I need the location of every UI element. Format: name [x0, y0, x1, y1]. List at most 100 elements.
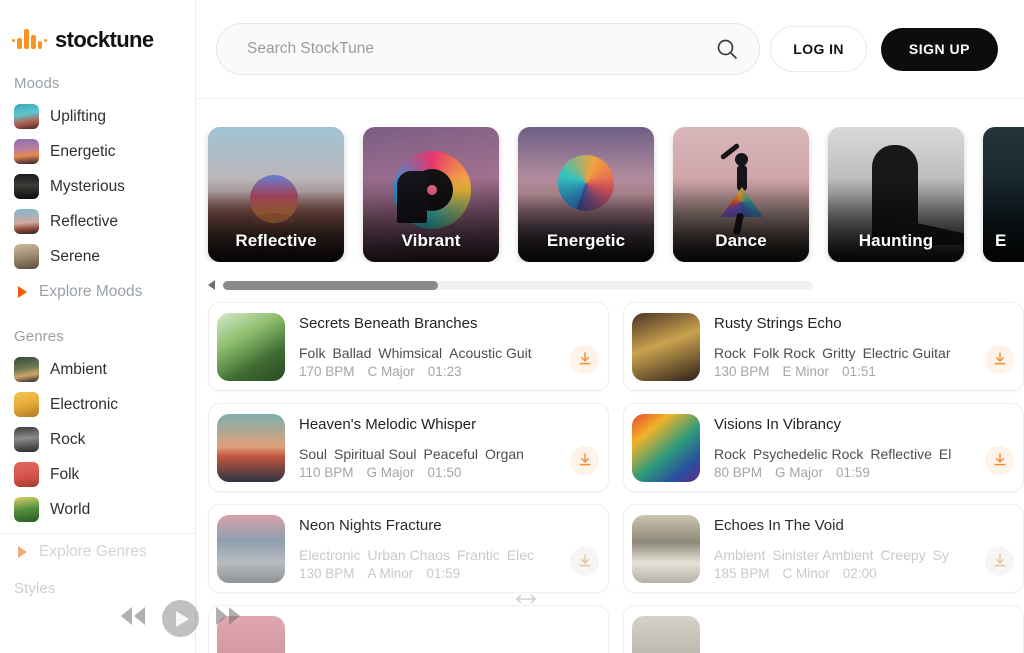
track-tag[interactable]: Folk — [299, 345, 325, 361]
track-tag[interactable]: Sy — [933, 547, 949, 563]
mood-card-reflective[interactable]: Reflective — [208, 127, 344, 262]
sidebar-item-reflective[interactable]: Reflective — [0, 204, 195, 239]
track-tag[interactable]: Reflective — [870, 446, 931, 462]
track-tag[interactable]: Folk Rock — [753, 345, 815, 361]
track-tag[interactable]: Elec — [507, 547, 534, 563]
explore-genres-label: Explore Genres — [39, 543, 147, 560]
track-key: C Minor — [782, 565, 830, 581]
track-tags: Folk Ballad Whimsical Acoustic Guit — [299, 345, 598, 361]
track-tag[interactable]: Rock — [714, 345, 746, 361]
mood-card-energetic[interactable]: Energetic — [518, 127, 654, 262]
track-row[interactable]: Heaven's Melodic Whisper Soul Spiritual S… — [208, 403, 609, 492]
track-row-partial[interactable] — [623, 605, 1024, 653]
track-tag[interactable]: Soul — [299, 446, 327, 462]
track-tag[interactable]: Sinister Ambient — [772, 547, 873, 563]
track-tag[interactable]: Peaceful — [424, 446, 478, 462]
track-artwork — [632, 514, 700, 583]
download-button[interactable] — [570, 445, 599, 475]
sidebar-item-ambient[interactable]: Ambient — [0, 352, 195, 387]
track-tag[interactable]: Urban Chaos — [367, 547, 450, 563]
sidebar: stocktune Moods Uplifting Energetic Myst… — [0, 0, 196, 653]
track-artwork — [632, 312, 700, 381]
track-tag[interactable]: Rock — [714, 446, 746, 462]
scroll-left-arrow-icon[interactable] — [208, 280, 215, 290]
sidebar-item-electronic[interactable]: Electronic — [0, 387, 195, 422]
main-content: LOG IN SIGN UP Reflective — [196, 0, 1024, 653]
sidebar-item-world[interactable]: World — [0, 492, 195, 527]
logo[interactable]: stocktune — [0, 0, 195, 53]
track-tag[interactable]: Acoustic Guit — [449, 345, 531, 361]
sidebar-item-serene[interactable]: Serene — [0, 239, 195, 274]
mini-player-controls[interactable] — [118, 600, 243, 637]
track-key: C Major — [367, 363, 415, 379]
track-tags: Electronic Urban Chaos Frantic Elec — [299, 547, 598, 563]
mood-card-vibrant[interactable]: Vibrant — [363, 127, 499, 262]
play-icon — [176, 610, 189, 627]
track-row[interactable]: Rusty Strings Echo Rock Folk Rock Gritty El… — [623, 302, 1024, 391]
track-duration: 01:59 — [836, 464, 870, 480]
track-row[interactable]: Secrets Beneath Branches Folk Ballad Whims… — [208, 302, 609, 391]
download-button[interactable] — [570, 546, 599, 576]
track-key: E Minor — [782, 363, 830, 379]
track-tag[interactable]: Ballad — [332, 345, 371, 361]
track-row[interactable]: Visions In Vibrancy Rock Psychedelic Rock… — [623, 403, 1024, 492]
rewind-button[interactable] — [118, 605, 148, 632]
ambient-thumbnail-icon — [14, 357, 39, 382]
track-tag[interactable]: Organ — [485, 446, 524, 462]
world-thumbnail-icon — [14, 497, 39, 522]
sidebar-item-label: Energetic — [50, 142, 116, 160]
player-seek-handle[interactable] — [515, 592, 537, 611]
explore-moods-link[interactable]: Explore Moods — [0, 274, 195, 306]
sidebar-item-folk[interactable]: Folk — [0, 457, 195, 492]
search-bar[interactable] — [216, 23, 761, 75]
sidebar-item-rock[interactable]: Rock — [0, 422, 195, 457]
track-row[interactable]: Neon Nights Fracture Electronic Urban Cha… — [208, 504, 609, 593]
fast-forward-button[interactable] — [213, 605, 243, 632]
download-button[interactable] — [985, 344, 1014, 374]
track-row[interactable]: Echoes In The Void Ambient Sinister Ambie… — [623, 504, 1024, 593]
download-button[interactable] — [985, 546, 1014, 576]
carousel-scrollbar[interactable] — [196, 262, 1024, 290]
search-input[interactable] — [247, 40, 716, 58]
track-tag[interactable]: Gritty — [822, 345, 855, 361]
track-tags: Rock Folk Rock Gritty Electric Guitar — [714, 345, 1013, 361]
search-icon[interactable] — [715, 37, 739, 61]
track-tag[interactable]: Creepy — [881, 547, 926, 563]
track-tag[interactable]: Electronic — [299, 547, 360, 563]
track-title: Neon Nights Fracture — [299, 516, 442, 534]
track-tags: Rock Psychedelic Rock Reflective El — [714, 446, 1013, 462]
track-tag[interactable]: Psychedelic Rock — [753, 446, 864, 462]
explore-genres-link[interactable]: Explore Genres — [0, 534, 195, 566]
mood-card-label: Dance — [715, 231, 767, 250]
sidebar-item-energetic[interactable]: Energetic — [0, 134, 195, 169]
track-tag[interactable]: Whimsical — [378, 345, 442, 361]
mood-carousel[interactable]: Reflective Vibrant Energetic Dance Haunt… — [196, 127, 1024, 262]
sidebar-section-title-moods: Moods — [14, 75, 60, 92]
sidebar-item-label: Electronic — [50, 395, 119, 413]
login-button[interactable]: LOG IN — [770, 26, 867, 72]
signup-button[interactable]: SIGN UP — [880, 27, 998, 71]
download-button[interactable] — [570, 344, 599, 374]
download-icon — [994, 352, 1005, 365]
track-tag[interactable]: El — [939, 446, 951, 462]
track-tag[interactable]: Electric Guitar — [863, 345, 951, 361]
mood-card-haunting[interactable]: Haunting — [828, 127, 964, 262]
track-tag[interactable]: Spiritual Soul — [334, 446, 417, 462]
play-button[interactable] — [162, 600, 199, 637]
sidebar-section-title-genres: Genres — [14, 328, 64, 345]
sidebar-item-uplifting[interactable]: Uplifting — [0, 99, 195, 134]
scrollbar-thumb[interactable] — [223, 280, 438, 290]
download-icon — [994, 554, 1005, 567]
track-bpm: 170 BPM — [299, 363, 355, 379]
scrollbar-track[interactable] — [223, 280, 813, 290]
uplifting-thumbnail-icon — [14, 104, 39, 129]
mood-card-dance[interactable]: Dance — [673, 127, 809, 262]
mood-card-partial[interactable]: E — [983, 127, 1024, 262]
mood-card-label: Energetic — [546, 231, 626, 250]
download-button[interactable] — [985, 445, 1014, 475]
track-tag[interactable]: Frantic — [457, 547, 500, 563]
track-tag[interactable]: Ambient — [714, 547, 765, 563]
track-row-partial[interactable] — [208, 605, 609, 653]
sidebar-item-label: Mysterious — [50, 177, 125, 195]
sidebar-item-mysterious[interactable]: Mysterious — [0, 169, 195, 204]
